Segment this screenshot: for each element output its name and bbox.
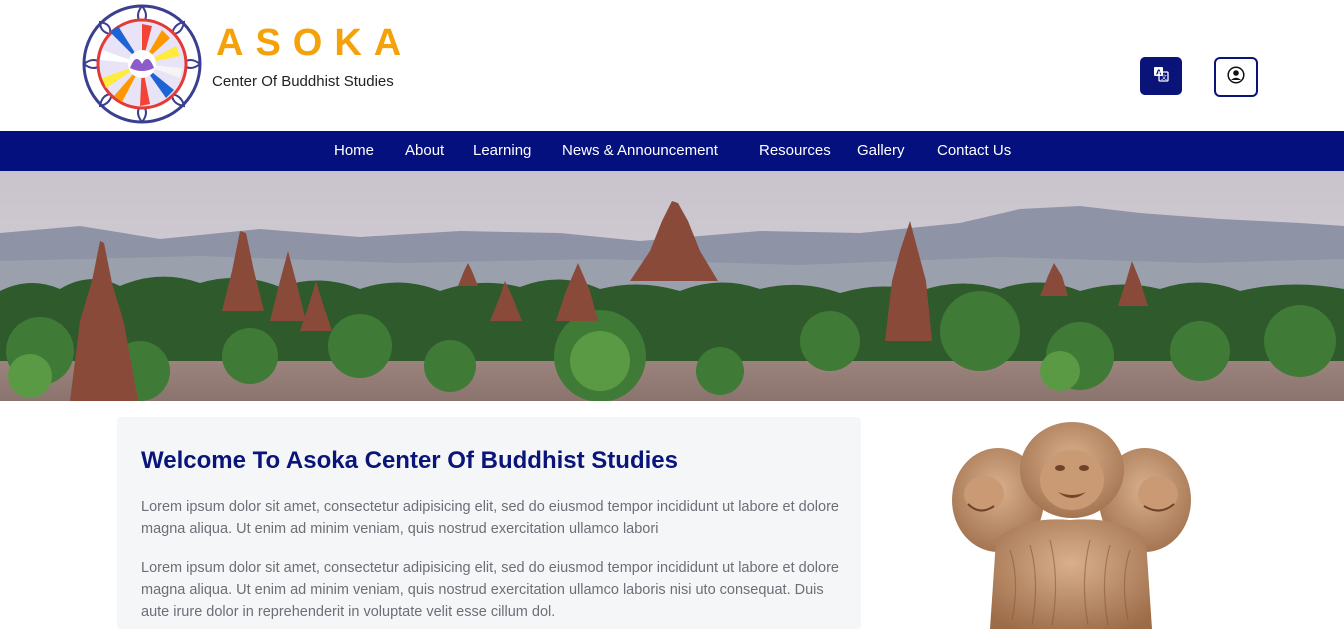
user-circle-icon [1227, 65, 1245, 89]
svg-text:文: 文 [1161, 73, 1167, 81]
hero-image [0, 171, 1344, 401]
translate-button[interactable]: A 文 [1140, 57, 1182, 95]
translate-icon: A 文 [1153, 66, 1169, 87]
nav-news[interactable]: News & Announcement [562, 142, 718, 159]
welcome-card: Welcome To Asoka Center Of Buddhist Stud… [117, 417, 861, 629]
main-nav: Home About Learning News & Announcement … [0, 131, 1344, 171]
welcome-title: Welcome To Asoka Center Of Buddhist Stud… [141, 447, 678, 474]
welcome-paragraph-1: Lorem ipsum dolor sit amet, consectetur … [141, 499, 839, 537]
site-header: ASOKA Center Of Buddhist Studies A 文 [0, 0, 1344, 131]
user-button[interactable] [1214, 57, 1258, 97]
brand-subtitle: Center Of Buddhist Studies [212, 73, 394, 90]
nav-home[interactable]: Home [334, 142, 374, 159]
nav-resources[interactable]: Resources [759, 142, 831, 159]
nav-gallery[interactable]: Gallery [857, 142, 905, 159]
brand-title[interactable]: ASOKA [216, 22, 413, 65]
logo-icon[interactable] [80, 2, 204, 126]
nav-contact[interactable]: Contact Us [937, 142, 1011, 159]
welcome-paragraph-2: Lorem ipsum dolor sit amet, consectetur … [141, 560, 839, 620]
nav-learning[interactable]: Learning [473, 142, 531, 159]
nav-about[interactable]: About [405, 142, 444, 159]
lion-capital-image [940, 420, 1200, 629]
